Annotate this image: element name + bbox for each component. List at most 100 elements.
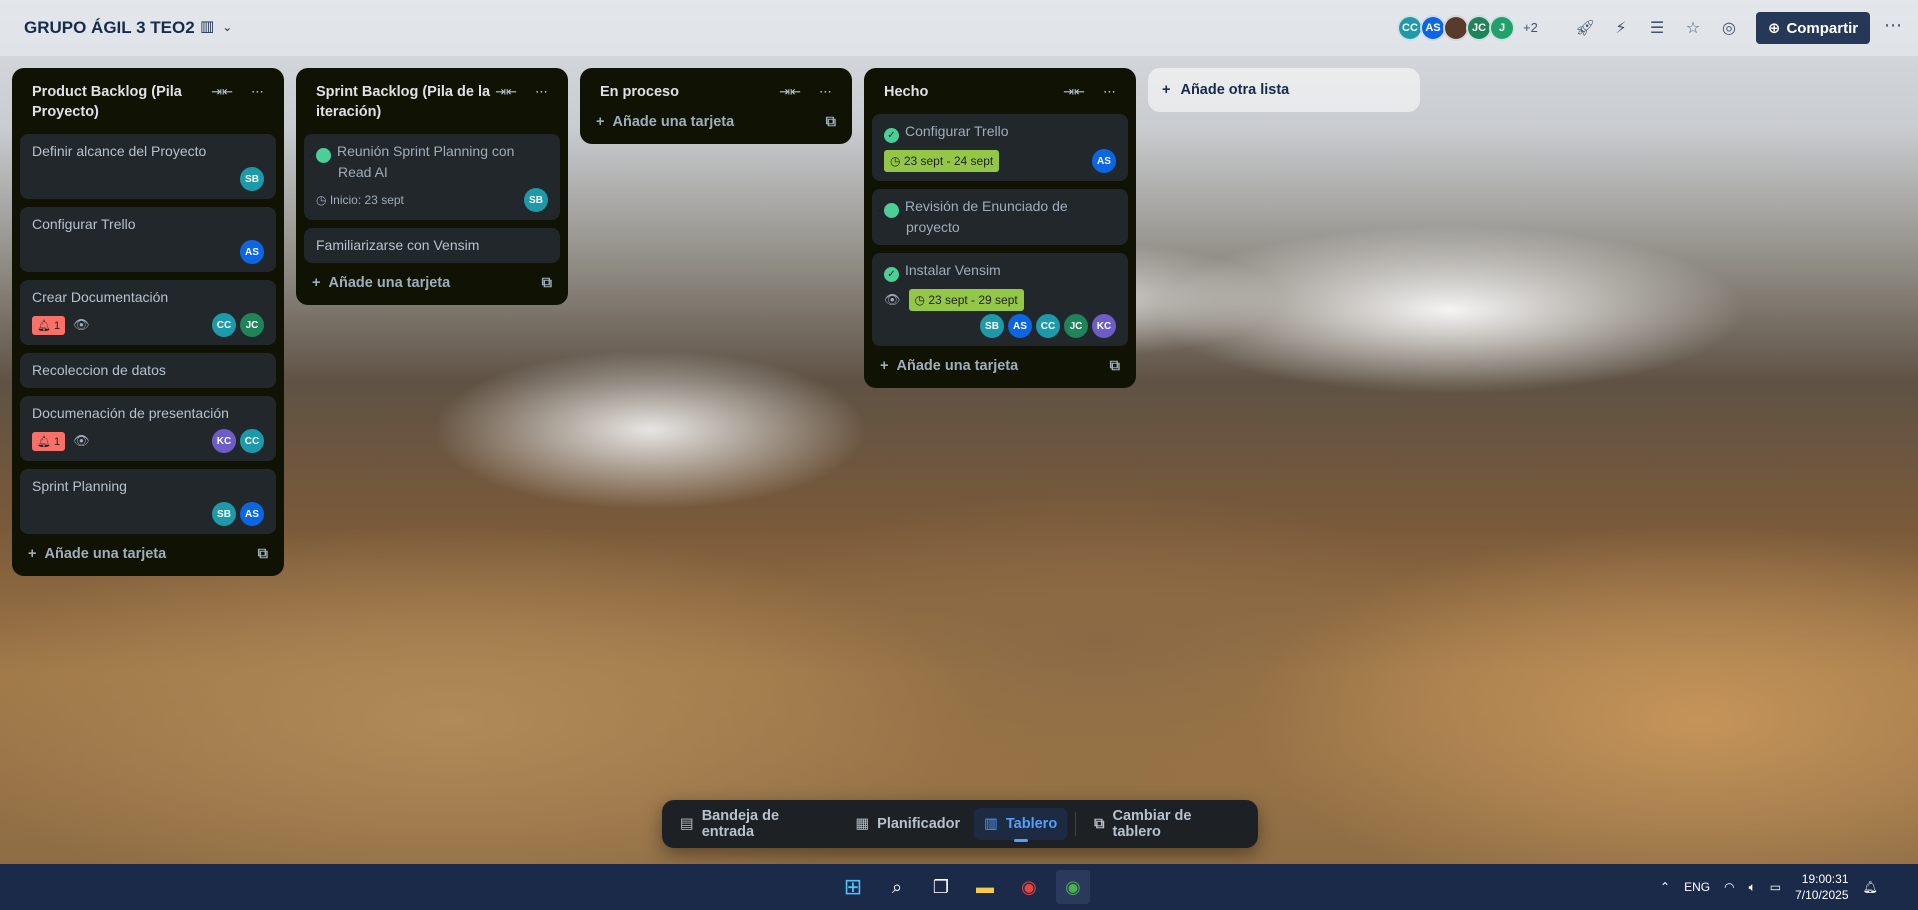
add-card-label: Añade una tarjeta [612, 114, 735, 130]
list-sprint-backlog: Sprint Backlog (Pila de la iteración) ⇥⇤… [296, 68, 568, 305]
search-icon[interactable]: ⌕ [880, 870, 914, 904]
card[interactable]: ✓ Revisión de Enunciado de proyecto [872, 189, 1128, 245]
card-title: Familiarizarse con Vensim [316, 237, 480, 253]
rocket-icon[interactable]: 🚀︎ [1574, 17, 1596, 39]
clock-date: 7/10/2025 [1795, 888, 1849, 902]
lightning-icon[interactable]: ⚡︎ [1610, 17, 1632, 39]
list-title[interactable]: Sprint Backlog (Pila de la iteración) [316, 82, 495, 122]
nav-switch-board[interactable]: ⧉ Cambiar de tablero [1084, 800, 1250, 848]
card[interactable]: ✓ Configurar Trello ◷ 23 sept - 24 sept A… [872, 114, 1128, 181]
card-title: Revisión de Enunciado de proyecto [905, 198, 1068, 235]
due-date-badge[interactable]: ◷ 23 sept - 24 sept [884, 150, 1000, 172]
globe-icon[interactable]: ◎ [1718, 17, 1740, 39]
plus-icon: + [1162, 82, 1171, 98]
card-title: Reunión Sprint Planning con Read AI [337, 143, 515, 180]
task-view-icon[interactable]: ❐ [924, 870, 958, 904]
avatar[interactable]: JC [1064, 314, 1088, 338]
nav-board[interactable]: ▥ Tablero [974, 808, 1068, 842]
windows-start-icon[interactable]: ⊞ [836, 870, 870, 904]
avatar[interactable]: AS [1008, 314, 1032, 338]
check-icon[interactable]: ✓ [884, 128, 899, 143]
start-date-label: Inicio: 23 sept [329, 193, 404, 207]
eye-icon: 👁︎ [73, 433, 90, 448]
more-icon[interactable]: ⋯ [251, 84, 264, 122]
nav-board-label: Tablero [1005, 816, 1058, 832]
board-title[interactable]: GRUPO ÁGIL 3 TEO2 [24, 18, 195, 38]
check-icon[interactable]: ✓ [876, 203, 899, 218]
view-switcher[interactable]: ▥ ⌄ [200, 17, 232, 35]
collapse-icon[interactable]: ⇥⇤ [495, 84, 517, 122]
header-actions: 🚀︎ ⚡︎ ☰ ☆ ◎ [1574, 17, 1740, 39]
avatar[interactable]: SB [212, 502, 236, 526]
card[interactable]: ✓ Reunión Sprint Planning con Read AI ◷ I… [304, 134, 560, 220]
avatar[interactable]: SB [524, 188, 548, 212]
avatar[interactable]: JC [240, 313, 264, 337]
avatar[interactable]: AS [1092, 149, 1116, 173]
list-title[interactable]: En proceso [600, 82, 679, 102]
add-list-button[interactable]: + Añade otra lista [1148, 68, 1420, 112]
battery-icon[interactable]: ▭ [1770, 880, 1781, 894]
card-title: Definir alcance del Proyecto [32, 143, 207, 159]
card[interactable]: Configurar Trello AS [20, 207, 276, 272]
avatar[interactable]: SB [980, 314, 1004, 338]
chevron-up-icon[interactable]: ⌃ [1660, 880, 1670, 894]
card[interactable]: Familiarizarse con Vensim [304, 228, 560, 263]
template-icon[interactable]: ⧉ [542, 275, 552, 291]
list-title[interactable]: Hecho [884, 82, 928, 102]
more-members-count[interactable]: +2 [1523, 15, 1538, 41]
avatar[interactable]: AS [240, 240, 264, 264]
clock[interactable]: 19:00:31 7/10/2025 [1795, 871, 1848, 903]
star-icon[interactable]: ☆ [1682, 17, 1704, 39]
inbox-icon: ▤ [680, 816, 694, 832]
chrome-profile-icon[interactable]: ◉ [1056, 870, 1090, 904]
card[interactable]: Recoleccion de datos [20, 353, 276, 388]
collapse-icon[interactable]: ⇥⇤ [779, 84, 801, 102]
due-date-badge[interactable]: ◷ 23 sept - 29 sept [908, 289, 1024, 311]
template-icon[interactable]: ⧉ [826, 114, 836, 130]
card-title: Documenación de presentación [32, 405, 229, 421]
check-icon[interactable]: ✓ [884, 267, 899, 282]
add-card-button[interactable]: + Añade una tarjeta ⧉ [872, 346, 1128, 380]
avatar[interactable]: J [1489, 15, 1515, 41]
more-icon[interactable]: ⋯ [1103, 84, 1116, 102]
card[interactable]: Sprint Planning SB AS [20, 469, 276, 534]
avatar[interactable]: CC [240, 429, 264, 453]
avatar[interactable]: CC [1036, 314, 1060, 338]
collapse-icon[interactable]: ⇥⇤ [1063, 84, 1085, 102]
template-icon[interactable]: ⧉ [258, 546, 268, 562]
filter-icon[interactable]: ☰ [1646, 17, 1668, 39]
notification-icon[interactable]: 🔔︎ [1863, 880, 1878, 894]
template-icon[interactable]: ⧉ [1110, 358, 1120, 374]
collapse-icon[interactable]: ⇥⇤ [211, 84, 233, 122]
avatar[interactable]: AS [240, 502, 264, 526]
add-card-button[interactable]: + Añade una tarjeta ⧉ [20, 534, 276, 568]
alert-count: 1 [54, 319, 61, 332]
avatar[interactable]: CC [212, 313, 236, 337]
card[interactable]: Crear Documentación 🔔︎ 1 👁︎ CC JC [20, 280, 276, 345]
more-icon[interactable]: ⋯ [535, 84, 548, 122]
add-card-button[interactable]: + Añade una tarjeta ⧉ [588, 106, 844, 136]
check-icon[interactable]: ✓ [308, 148, 331, 163]
volume-icon[interactable]: 🔈︎ [1749, 880, 1756, 895]
clock-icon: ◷ [914, 293, 925, 307]
avatar[interactable]: KC [212, 429, 236, 453]
file-explorer-icon[interactable]: ▬ [968, 870, 1002, 904]
more-icon[interactable]: ⋯ [819, 84, 832, 102]
more-icon[interactable]: ⋯ [1884, 15, 1902, 36]
nav-planner[interactable]: ▦ Planificador [845, 808, 970, 840]
avatar[interactable]: SB [240, 167, 264, 191]
share-label: Compartir [1786, 19, 1859, 37]
card[interactable]: ✓ Instalar Vensim 👁︎ ◷ 23 sept - 29 sept … [872, 253, 1128, 346]
nav-inbox[interactable]: ▤ Bandeja de entrada [670, 800, 841, 848]
alert-badge: 🔔︎ 1 [32, 315, 66, 335]
add-card-button[interactable]: + Añade una tarjeta ⧉ [304, 263, 560, 297]
share-button[interactable]: ⊕ Compartir [1756, 12, 1870, 44]
chrome-icon[interactable]: ◉ [1012, 870, 1046, 904]
board-view-icon: ▥ [200, 18, 215, 35]
card[interactable]: Documenación de presentación 🔔︎ 1 👁︎ KC … [20, 396, 276, 461]
list-title[interactable]: Product Backlog (Pila Proyecto) [32, 82, 211, 122]
language-indicator[interactable]: ENG [1684, 880, 1710, 894]
avatar[interactable]: KC [1092, 314, 1116, 338]
card[interactable]: Definir alcance del Proyecto SB [20, 134, 276, 199]
wifi-icon[interactable]: ◠ [1724, 880, 1734, 894]
